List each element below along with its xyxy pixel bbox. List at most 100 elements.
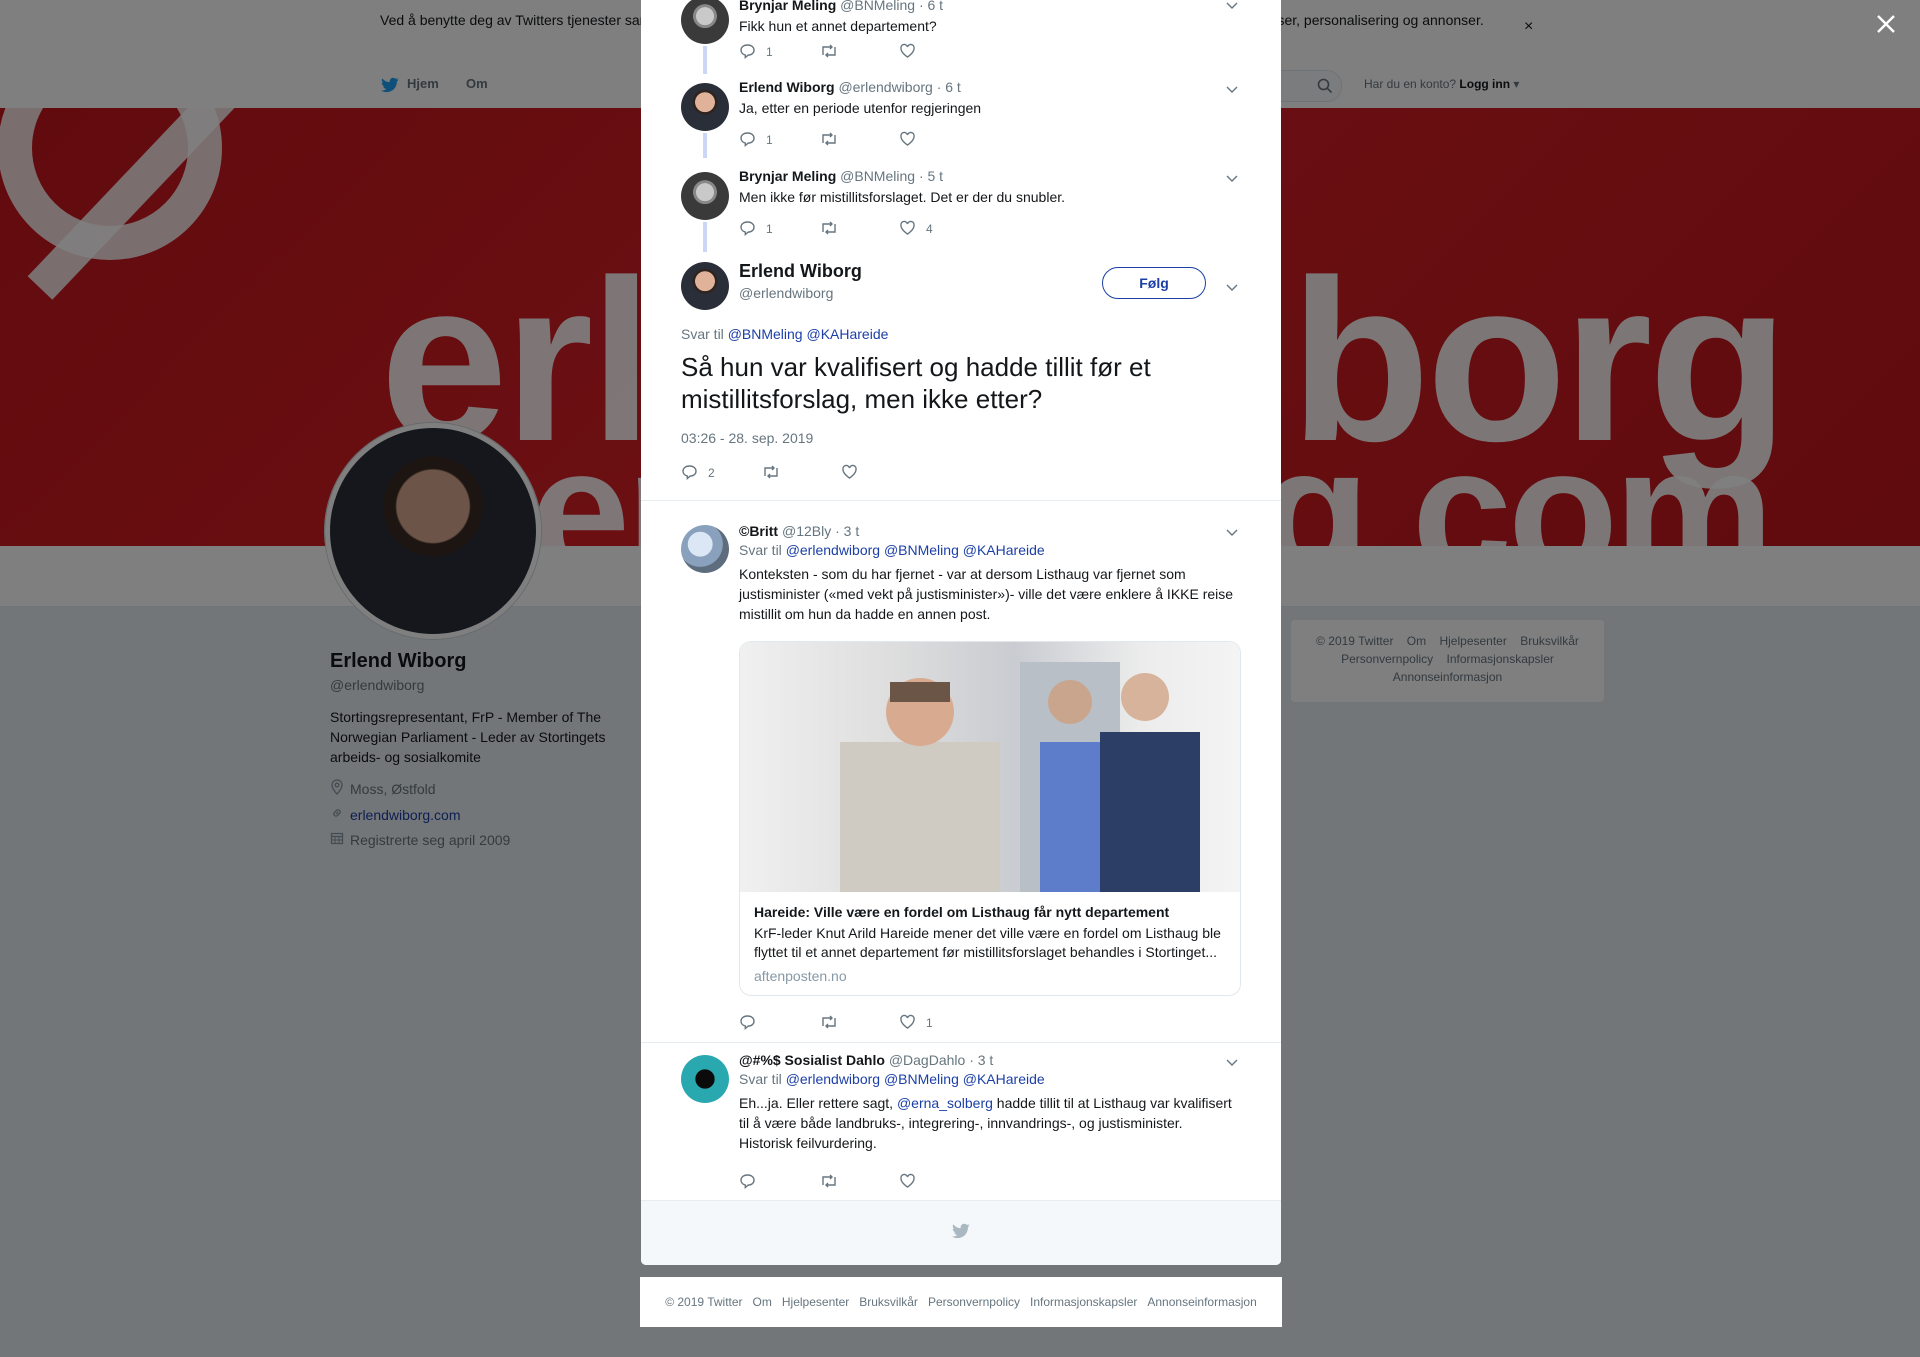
avatar[interactable]: [681, 525, 729, 573]
like-action[interactable]: [899, 1173, 979, 1192]
tweet-author-handle[interactable]: @erlendwiborg: [838, 79, 932, 95]
tweet-actions: [739, 1173, 979, 1191]
mention-link[interactable]: @KAHareide: [806, 326, 888, 342]
reply-action[interactable]: [739, 1014, 819, 1033]
avatar[interactable]: [681, 1055, 729, 1103]
footer-copyright: © 2019 Twitter: [665, 1295, 743, 1309]
tweet-actions: 1: [739, 131, 979, 149]
tweet-text: Men ikke før mistillitsforslaget. Det er…: [739, 189, 1066, 205]
chevron-down-icon[interactable]: [1225, 171, 1239, 189]
tweet-time[interactable]: · 3 t: [969, 1052, 993, 1068]
reply-action[interactable]: [739, 1173, 819, 1192]
tweet-header: Erlend Wiborg @erlendwiborg · 6 t: [739, 78, 1239, 96]
tweet-content: Brynjar Meling @BNMeling · 6 t Fikk hun …: [739, 0, 1239, 36]
thread-line: [703, 133, 707, 158]
avatar[interactable]: [681, 0, 729, 44]
avatar[interactable]: [681, 172, 729, 220]
like-action[interactable]: 4: [899, 220, 979, 239]
retweet-icon: [819, 131, 839, 150]
link-card[interactable]: Hareide: Ville være en fordel om Listhau…: [739, 641, 1241, 996]
like-action[interactable]: [899, 131, 979, 150]
tweet-content: @#%$ Sosialist Dahlo @DagDahlo · 3 t Sva…: [739, 1051, 1239, 1153]
tweet-author-handle[interactable]: @BNMeling: [840, 168, 915, 184]
tweet-header: ©Britt @12Bly · 3 t: [739, 522, 1239, 540]
tweet-author-name[interactable]: Brynjar Meling: [739, 168, 836, 184]
tweet-text: Ja, etter en periode utenfor regjeringen: [739, 100, 982, 116]
tweet-actions: 1 4: [739, 220, 979, 238]
tweet-time[interactable]: · 3 t: [835, 523, 859, 539]
reply-to-label: Svar til: [681, 326, 724, 342]
retweet-action[interactable]: [761, 464, 841, 483]
retweet-icon: [819, 220, 839, 239]
mention-link[interactable]: @BNMeling: [884, 542, 959, 558]
reply-count: 2: [708, 466, 715, 480]
chevron-down-icon[interactable]: [1225, 525, 1239, 543]
close-icon[interactable]: [1874, 12, 1898, 36]
tweet-time[interactable]: · 6 t: [937, 79, 961, 95]
tweet-author-handle[interactable]: @DagDahlo: [889, 1052, 965, 1068]
footer-link-about[interactable]: Om: [753, 1295, 772, 1309]
mention-link[interactable]: @erlendwiborg: [786, 1071, 880, 1087]
reply-action[interactable]: 2: [681, 464, 761, 483]
retweet-icon: [819, 43, 839, 62]
tweet-content: Erlend Wiborg @erlendwiborg · 6 t Ja, et…: [739, 78, 1239, 118]
like-action[interactable]: [841, 464, 921, 483]
tweet-author-name[interactable]: Erlend Wiborg: [739, 79, 835, 95]
retweet-action[interactable]: [819, 1014, 899, 1033]
reply-action[interactable]: 1: [739, 43, 819, 62]
tweet-text: Fikk hun et annet departement?: [739, 18, 937, 34]
main-tweet-timestamp[interactable]: 03:26 - 28. sep. 2019: [681, 430, 813, 446]
chevron-down-icon[interactable]: [1225, 82, 1239, 100]
footer-link-cookies[interactable]: Informasjonskapsler: [1030, 1295, 1137, 1309]
footer-link-help[interactable]: Hjelpesenter: [782, 1295, 849, 1309]
mention-link[interactable]: @KAHareide: [963, 542, 1045, 558]
reply-action[interactable]: 1: [739, 131, 819, 150]
tweet-header: Brynjar Meling @BNMeling · 6 t: [739, 0, 1239, 14]
retweet-icon: [819, 1173, 839, 1192]
chevron-down-icon[interactable]: [1225, 280, 1239, 298]
tweet-author-handle[interactable]: @12Bly: [782, 523, 831, 539]
retweet-action[interactable]: [819, 131, 899, 150]
reply-icon: [739, 1173, 756, 1192]
follow-button[interactable]: Følg: [1102, 267, 1206, 299]
mention-link[interactable]: @KAHareide: [963, 1071, 1045, 1087]
retweet-action[interactable]: [819, 43, 899, 62]
avatar[interactable]: [681, 83, 729, 131]
footer-link-privacy[interactable]: Personvernpolicy: [928, 1295, 1020, 1309]
card-title: Hareide: Ville være en fordel om Listhau…: [754, 904, 1170, 920]
like-action[interactable]: [899, 43, 979, 62]
tweet-time[interactable]: · 6 t: [919, 0, 943, 13]
twitter-bird-icon: [950, 1222, 972, 1245]
tweet-header: Brynjar Meling @BNMeling · 5 t: [739, 167, 1239, 185]
footer-link-ads-info[interactable]: Annonseinformasjon: [1147, 1295, 1256, 1309]
tweet-actions: 1: [739, 43, 979, 61]
like-action[interactable]: 1: [899, 1014, 979, 1033]
heart-icon: [841, 464, 858, 483]
mention-link[interactable]: @erlendwiborg: [786, 542, 880, 558]
card-domain: aftenposten.no: [754, 968, 847, 984]
bottom-footer: © 2019 Twitter Om Hjelpesenter Bruksvilk…: [640, 1277, 1282, 1327]
tweet-time[interactable]: · 5 t: [919, 168, 943, 184]
tweet-author-name[interactable]: ©Britt: [739, 523, 778, 539]
chevron-down-icon[interactable]: [1225, 1055, 1239, 1073]
mention-link[interactable]: @erna_solberg: [897, 1095, 993, 1111]
mention-link[interactable]: @BNMeling: [884, 1071, 959, 1087]
avatar[interactable]: [681, 262, 729, 310]
reply-icon: [739, 1014, 756, 1033]
main-tweet-reply-to: Svar til @BNMeling @KAHareide: [681, 326, 888, 342]
tweet-author-handle[interactable]: @BNMeling: [840, 0, 915, 13]
reply-action[interactable]: 1: [739, 220, 819, 239]
chevron-down-icon[interactable]: [1225, 0, 1239, 16]
reply-count: 1: [766, 45, 773, 59]
reply-icon: [739, 220, 756, 239]
reply-icon: [739, 131, 756, 150]
card-image: [740, 642, 1240, 892]
retweet-action[interactable]: [819, 220, 899, 239]
mention-link[interactable]: @BNMeling: [728, 326, 803, 342]
tweet-author-name[interactable]: @#%$ Sosialist Dahlo: [739, 1052, 885, 1068]
footer-link-terms[interactable]: Bruksvilkår: [859, 1295, 918, 1309]
tweet-header: @#%$ Sosialist Dahlo @DagDahlo · 3 t: [739, 1051, 1239, 1069]
retweet-action[interactable]: [819, 1173, 899, 1192]
reply-to-label: Svar til: [739, 542, 782, 558]
tweet-author-name[interactable]: Brynjar Meling: [739, 0, 836, 13]
